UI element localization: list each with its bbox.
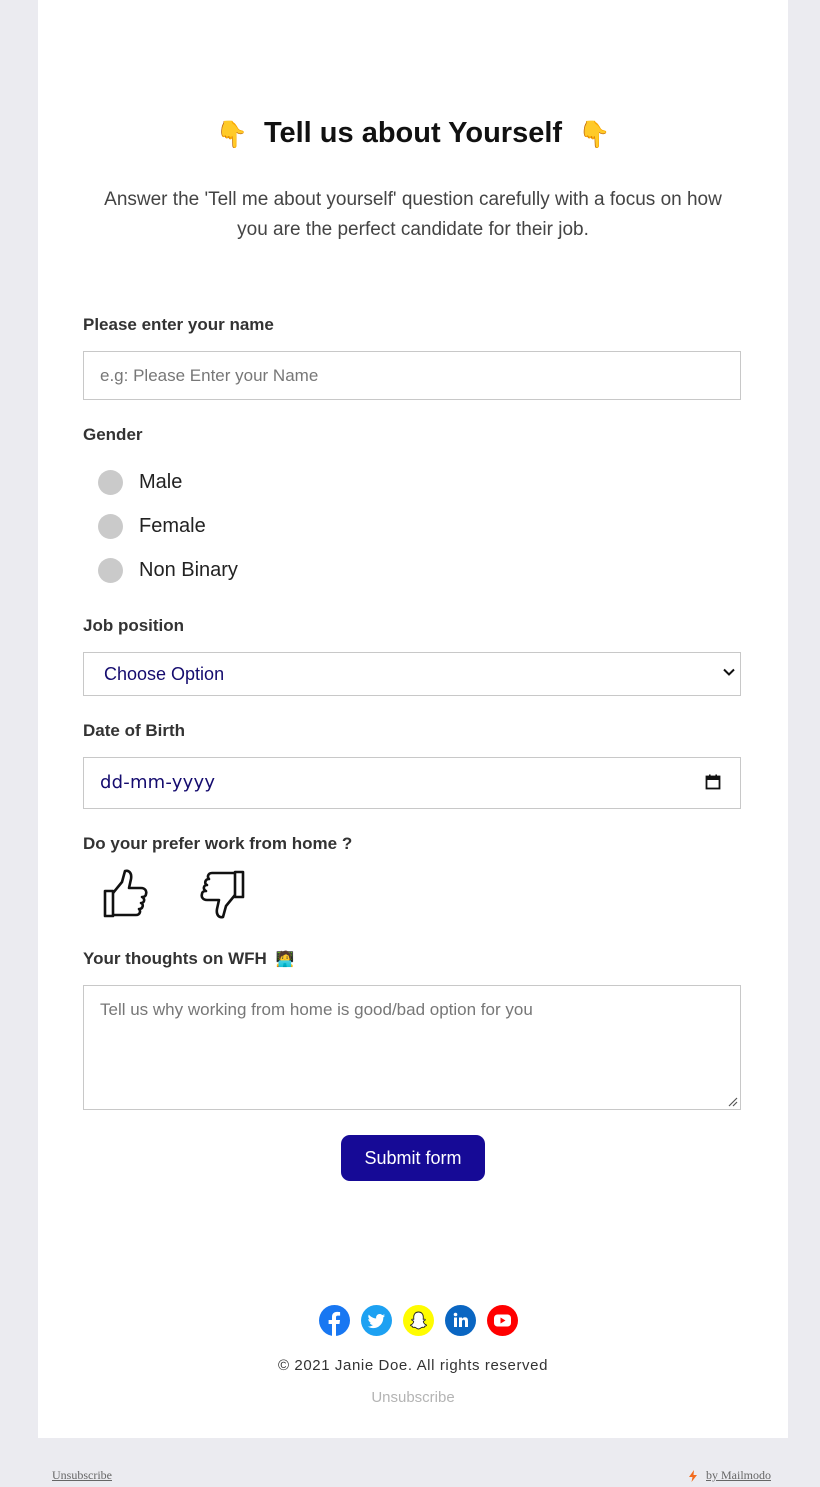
radio-button[interactable] [98,557,123,583]
job-position-selected: Choose Option [104,664,225,684]
thoughts-textarea[interactable]: Tell us why working from home is good/ba… [83,985,741,1110]
pointing-down-emoji: 👇 [215,119,248,149]
snapchat-icon[interactable] [403,1305,434,1336]
gender-option-female[interactable]: Female [98,511,206,541]
page-title: 👇 Tell us about Yourself 👇 [38,113,788,154]
radio-label: Male [139,470,183,493]
dob-input[interactable]: dd-mm-yyyy [83,757,741,809]
radio-button[interactable] [98,469,123,495]
radio-label: Non Binary [139,558,238,581]
thoughts-label: Your thoughts on WFH 🧑‍💻 [83,949,294,969]
technologist-emoji: 🧑‍💻 [275,951,295,968]
name-label: Please enter your name [83,315,274,334]
name-input-placeholder: e.g: Please Enter your Name [100,366,319,385]
footer-unsubscribe-link[interactable]: Unsubscribe [52,1468,112,1483]
thoughts-label-text: Your thoughts on WFH [83,949,267,968]
linkedin-icon[interactable] [445,1305,476,1336]
radio-label: Female [139,514,206,537]
pointing-down-emoji: 👇 [578,119,611,149]
mailmodo-link[interactable]: by Mailmodo [688,1468,771,1483]
lightning-icon [689,1469,697,1482]
job-position-select[interactable]: Choose Option [83,652,741,696]
unsubscribe-link[interactable]: Unsubscribe [38,1389,788,1406]
thumbs-down-icon[interactable] [200,868,248,920]
twitter-icon[interactable] [361,1305,392,1336]
thumbs-up-icon[interactable] [100,868,148,920]
resize-handle-icon[interactable] [728,1097,738,1107]
radio-button[interactable] [98,513,123,539]
gender-option-male[interactable]: Male [98,467,182,497]
title-text: Tell us about Yourself [263,117,563,149]
wfh-pref-label: Do your prefer work from home ? [83,834,353,853]
page-subtitle: Answer the 'Tell me about yourself' ques… [104,189,722,240]
copyright-text: © 2021 Janie Doe. All rights reserved [277,1357,549,1374]
submit-button[interactable]: Submit form [341,1135,485,1181]
thoughts-placeholder: Tell us why working from home is good/ba… [100,1000,533,1019]
dob-label: Date of Birth [83,721,185,740]
dob-placeholder: dd-mm-yyyy [100,772,216,793]
email-card: 👇 Tell us about Yourself 👇 Answer the 'T… [38,0,788,1438]
facebook-icon[interactable] [319,1305,350,1336]
chevron-down-icon [723,668,735,676]
gender-label: Gender [83,425,143,444]
calendar-icon[interactable] [705,774,721,790]
social-links [319,1305,529,1336]
name-input[interactable]: e.g: Please Enter your Name [83,351,741,400]
youtube-icon[interactable] [487,1305,518,1336]
job-position-label: Job position [83,616,185,635]
gender-option-non-binary[interactable]: Non Binary [98,555,238,585]
mailmodo-text: by Mailmodo [706,1468,771,1482]
